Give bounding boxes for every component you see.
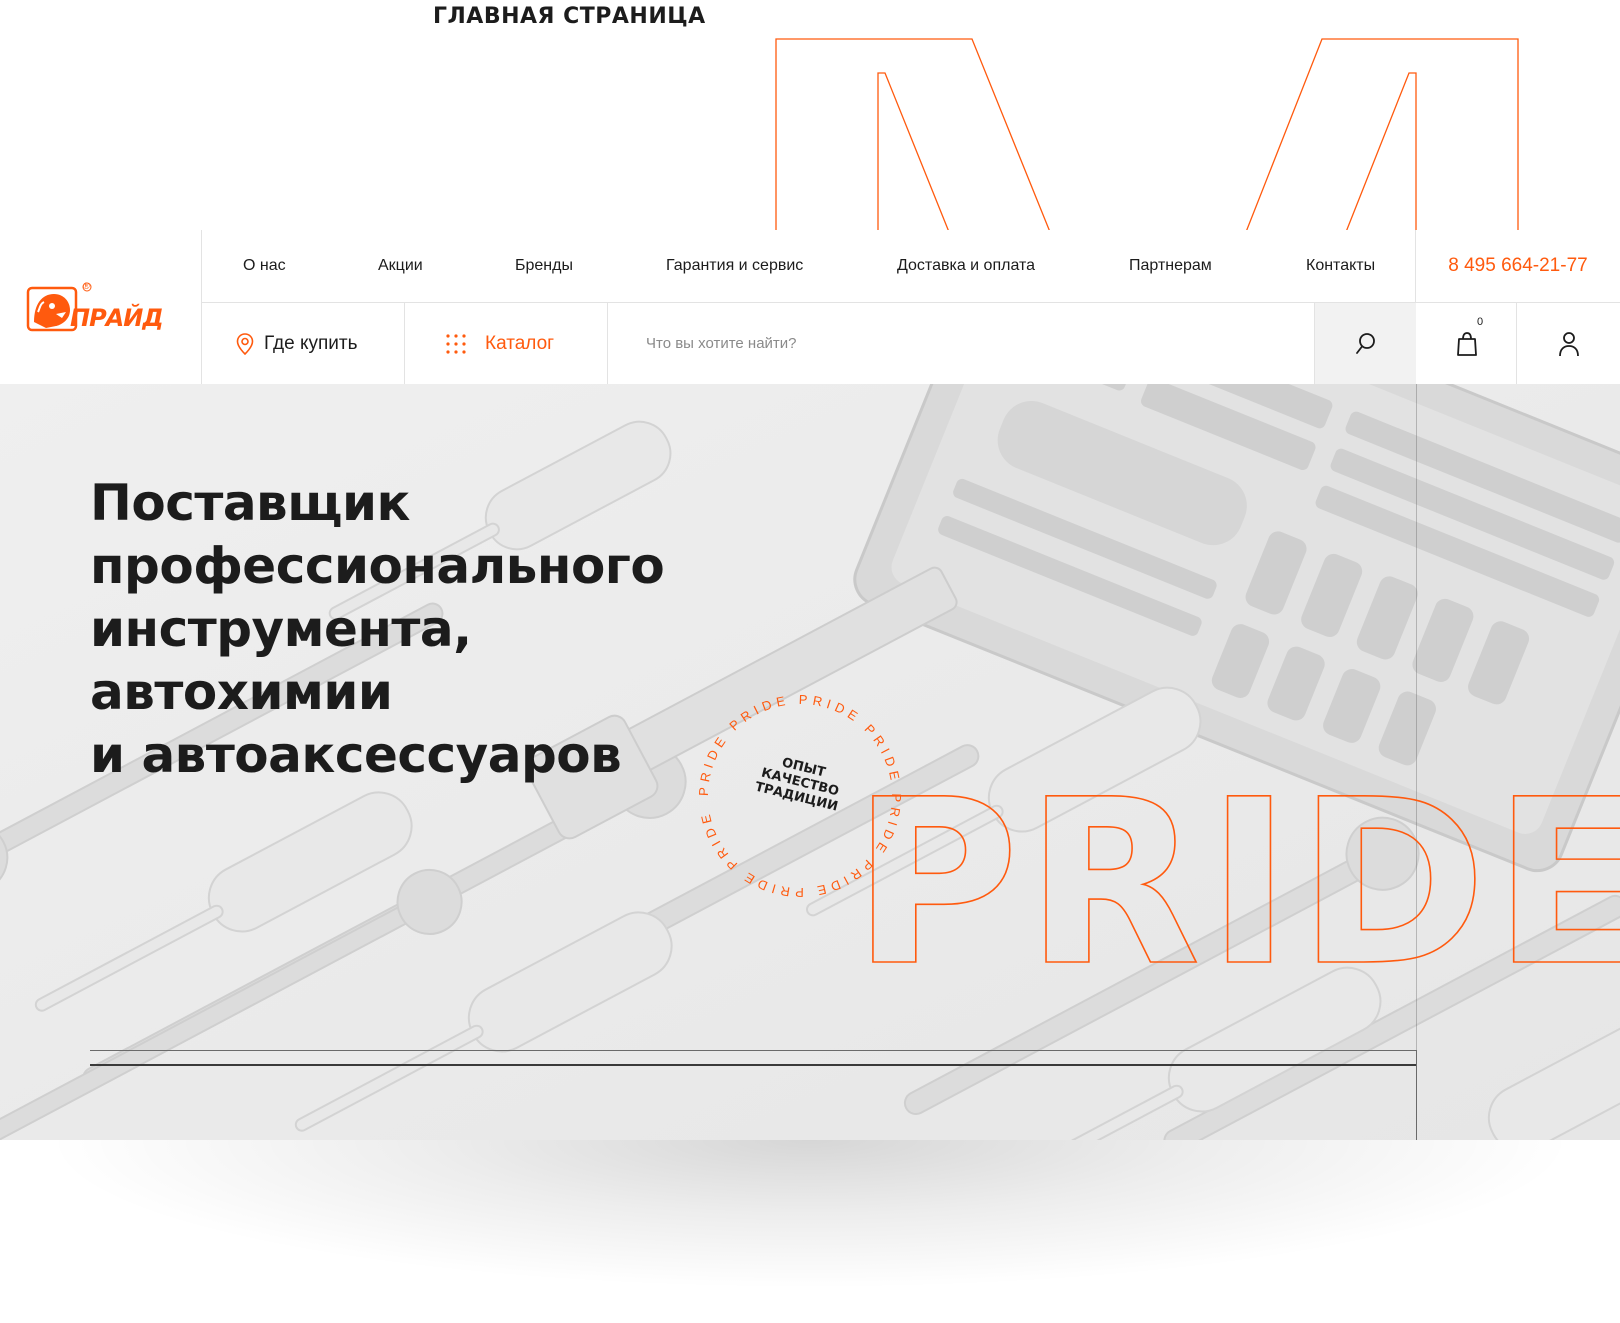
hero-drop-shadow bbox=[40, 1140, 1580, 1290]
hero-banner: Поставщик профессионального инструмента,… bbox=[0, 384, 1620, 1140]
logo-wordmark: ПРАЙД bbox=[70, 304, 164, 332]
phone-link[interactable]: 8 495 664-21-77 bbox=[1416, 230, 1620, 302]
page-title: ГЛАВНАЯ СТРАНИЦА bbox=[433, 4, 706, 29]
hero-vertical-divider bbox=[1416, 384, 1417, 1140]
nav-item-warranty[interactable]: Гарантия и сервис bbox=[666, 230, 803, 302]
outlined-brand-word: PRIDE bbox=[852, 784, 1620, 984]
hero-title-line: Поставщик bbox=[90, 474, 410, 532]
hero-divider-corner bbox=[1416, 1050, 1417, 1140]
grid-dots-icon bbox=[446, 333, 466, 354]
where-to-buy-label: Где купить bbox=[264, 332, 358, 354]
user-icon bbox=[1558, 331, 1579, 356]
search-button[interactable] bbox=[1315, 303, 1416, 384]
nav-item-partners[interactable]: Партнерам bbox=[1129, 230, 1212, 302]
hero-title-line: и автоаксессуаров bbox=[90, 726, 622, 784]
site-header: ПРАЙД ® О нас Акции Бренды Гарантия и се… bbox=[0, 230, 1620, 384]
nav-item-about[interactable]: О нас bbox=[243, 230, 286, 302]
main-nav: О нас Акции Бренды Гарантия и сервис Дос… bbox=[202, 230, 1416, 302]
cart-count-badge: 0 bbox=[1477, 316, 1484, 328]
nav-item-contacts[interactable]: Контакты bbox=[1306, 230, 1375, 302]
search-icon bbox=[1355, 332, 1375, 354]
catalog-button[interactable]: Каталог bbox=[405, 303, 607, 384]
decorative-letter-m bbox=[775, 38, 1519, 232]
hero-divider-line-thick bbox=[90, 1064, 1416, 1066]
catalog-label: Каталог bbox=[485, 332, 555, 354]
hero-title: Поставщик профессионального инструмента,… bbox=[90, 472, 665, 787]
user-account-button[interactable] bbox=[1517, 303, 1620, 384]
big-pride-text: PRIDE bbox=[852, 784, 1620, 984]
nav-item-promos[interactable]: Акции bbox=[378, 230, 423, 302]
hero-title-line: инструмента, bbox=[90, 600, 472, 658]
nav-item-delivery[interactable]: Доставка и оплата bbox=[897, 230, 1035, 302]
shopping-bag-icon bbox=[1456, 331, 1477, 356]
hero-title-line: профессионального bbox=[90, 537, 665, 595]
hero-title-line: автохимии bbox=[90, 663, 393, 721]
hero-divider-line bbox=[90, 1050, 1416, 1051]
registered-mark: ® bbox=[83, 281, 90, 291]
cart-button[interactable]: 0 bbox=[1416, 303, 1517, 384]
nav-item-brands[interactable]: Бренды bbox=[515, 230, 573, 302]
location-pin-icon bbox=[236, 332, 254, 355]
where-to-buy-button[interactable]: Где купить bbox=[202, 303, 404, 384]
search-input[interactable] bbox=[608, 303, 1314, 384]
brand-logo[interactable]: ПРАЙД ® bbox=[26, 281, 176, 338]
